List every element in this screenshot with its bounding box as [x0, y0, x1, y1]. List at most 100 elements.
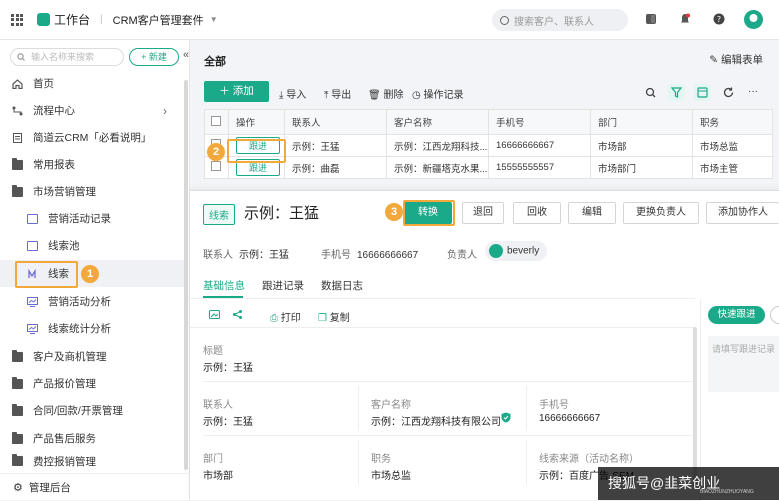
select-all-cell[interactable]: [205, 110, 229, 135]
bell-icon[interactable]: [679, 13, 691, 25]
copy-label: 复制: [330, 313, 350, 324]
folder-icon: [12, 352, 23, 362]
sidebar-item-reports[interactable]: 常用报表: [0, 151, 185, 178]
edit-form-label: 编辑表单: [721, 54, 763, 66]
sidebar-item-quotes[interactable]: 产品报价管理: [0, 370, 185, 397]
sidebar-item-marketing[interactable]: 市场营销管理: [0, 178, 185, 205]
sidebar-item-home[interactable]: 首页: [0, 70, 185, 97]
workspace-label[interactable]: 工作台: [54, 11, 90, 28]
edit-form-button[interactable]: ✎ 编辑表单: [709, 52, 763, 67]
contact-meta-label: 联系人: [203, 250, 233, 261]
sidebar-item-campaign-analysis[interactable]: 营销活动分析: [0, 288, 185, 315]
sidebar-scrollbar[interactable]: [184, 80, 188, 470]
sidebar-item-contracts[interactable]: 合同/回款/开票管理: [0, 397, 185, 424]
column-header[interactable]: 联系人: [285, 110, 387, 135]
export-label: 导出: [331, 90, 351, 101]
folder-icon: [12, 379, 23, 389]
app-grid-icon[interactable]: [11, 14, 23, 26]
print-button[interactable]: ⎙ 打印: [270, 309, 301, 324]
import-button[interactable]: ⤓ 导入: [279, 86, 306, 101]
tab-data-log[interactable]: 数据日志: [321, 278, 363, 293]
add-button[interactable]: ＋ 添加: [204, 81, 269, 102]
sidebar-item-flow[interactable]: 流程中心 ›: [0, 97, 185, 124]
chevron-down-icon[interactable]: ▼: [210, 15, 218, 24]
annotation-highlight-convert: [403, 200, 455, 226]
app-title[interactable]: CRM客户管理套件: [113, 12, 204, 28]
field-phone-value: 16666666667: [539, 413, 600, 424]
form-icon: [27, 241, 38, 251]
export-button[interactable]: ⤒ 导出: [324, 86, 351, 101]
sidebar-item-campaign-records[interactable]: 营销活动记录: [0, 205, 185, 232]
new-button[interactable]: + 新建: [129, 48, 179, 66]
folder-icon: [12, 160, 23, 170]
column-header[interactable]: 部门: [591, 110, 693, 135]
image-icon[interactable]: [209, 309, 220, 320]
owner-pill[interactable]: beverly: [485, 241, 547, 261]
panel-icon[interactable]: [645, 13, 657, 25]
contact-cell: 示例：曲磊: [285, 157, 387, 179]
tab-basic-info[interactable]: 基础信息: [203, 278, 245, 293]
global-search-placeholder: 搜索客户、联系人: [514, 13, 594, 28]
owner-meta-label: 负责人: [447, 246, 477, 261]
share-icon[interactable]: [232, 309, 243, 320]
watermark: 搜狐号@韭菜创业BIAOZHUNZHUOYANG: [598, 467, 779, 500]
recycle-button[interactable]: 回收: [513, 202, 561, 224]
select-all-checkbox[interactable]: [211, 116, 221, 126]
record-type-tag: 线索: [203, 204, 235, 225]
quick-follow-up-button[interactable]: 快速跟进: [708, 306, 765, 324]
operation-log-button[interactable]: ◷ 操作记录: [412, 86, 464, 101]
help-icon[interactable]: ?: [713, 13, 725, 25]
sidebar-item-expenses[interactable]: 费控报销管理: [0, 452, 185, 470]
table-row[interactable]: 跟进 示例：曲磊 示例：新疆塔克水果... 15555555557 市场部门 市…: [205, 157, 773, 179]
dept-cell: 市场部门: [591, 157, 693, 179]
sidebar-item-label: 营销活动分析: [48, 294, 111, 309]
row-checkbox[interactable]: [211, 161, 221, 171]
svg-text:?: ?: [717, 15, 721, 24]
edit-button[interactable]: 编辑: [568, 202, 616, 224]
column-header[interactable]: 客户名称: [387, 110, 489, 135]
follow-up-note-input[interactable]: 请填写跟进记录: [708, 336, 779, 392]
add-collaborator-button[interactable]: 添加协作人: [706, 202, 779, 224]
sidebar-item-label: 合同/回款/开票管理: [33, 403, 123, 418]
contact-meta-value: 示例：王猛: [239, 250, 289, 261]
delete-label: 删除: [383, 90, 403, 101]
return-button[interactable]: 退回: [462, 202, 504, 224]
admin-console-link[interactable]: ⚙ 管理后台: [0, 473, 190, 500]
column-header[interactable]: 手机号: [489, 110, 591, 135]
sidebar-search-input[interactable]: 输入名称来搜索: [10, 48, 124, 66]
tab-follow-records[interactable]: 跟进记录: [262, 278, 304, 293]
import-label: 导入: [286, 90, 306, 101]
global-search-input[interactable]: 搜索客户、联系人: [492, 9, 628, 31]
records-table: 操作 联系人 客户名称 手机号 部门 职务 跟进 示例：王猛 示例：江西龙翔科技…: [204, 109, 773, 179]
add-label: 添加: [233, 85, 254, 97]
view-toggle-icon[interactable]: [694, 84, 711, 101]
refresh-icon[interactable]: [720, 84, 737, 101]
sidebar-item-lead-pool[interactable]: 线索池: [0, 232, 185, 259]
more-icon[interactable]: [770, 306, 779, 324]
more-options-icon[interactable]: ···: [748, 86, 758, 97]
copy-button[interactable]: ❐ 复制: [318, 309, 350, 324]
detail-scrollbar[interactable]: [693, 327, 697, 487]
folder-icon: [12, 456, 23, 466]
phone-cell: 16666666667: [489, 135, 591, 157]
search-icon[interactable]: [642, 84, 659, 101]
chevron-right-icon[interactable]: ›: [163, 104, 167, 118]
sidebar-item-customers[interactable]: 客户及商机管理: [0, 343, 185, 370]
table-row[interactable]: 跟进 示例：王猛 示例：江西龙翔科技... 16666666667 市场部 市场…: [205, 135, 773, 157]
change-owner-button[interactable]: 更换负责人: [623, 202, 699, 224]
column-header[interactable]: 职务: [693, 110, 773, 135]
delete-button[interactable]: 🗑 删除: [368, 86, 403, 101]
field-position-value: 市场总监: [371, 467, 411, 482]
collapse-sidebar-icon[interactable]: «: [183, 49, 189, 61]
sidebar-item-label: 线索池: [48, 238, 80, 253]
field-dept-label: 部门: [203, 450, 223, 465]
field-title-label: 标题: [203, 342, 223, 357]
sidebar-item-lead-stats[interactable]: 线索统计分析: [0, 315, 185, 342]
customer-cell: 示例：新疆塔克水果...: [387, 157, 489, 179]
user-avatar[interactable]: [744, 10, 763, 29]
sidebar-item-crm-guide[interactable]: 简道云CRM「必看说明」: [0, 124, 185, 151]
search-icon: [17, 53, 25, 61]
sidebar-item-after-sales[interactable]: 产品售后服务: [0, 425, 185, 452]
field-title-value: 示例：王猛: [203, 359, 253, 374]
filter-icon[interactable]: [668, 84, 685, 101]
